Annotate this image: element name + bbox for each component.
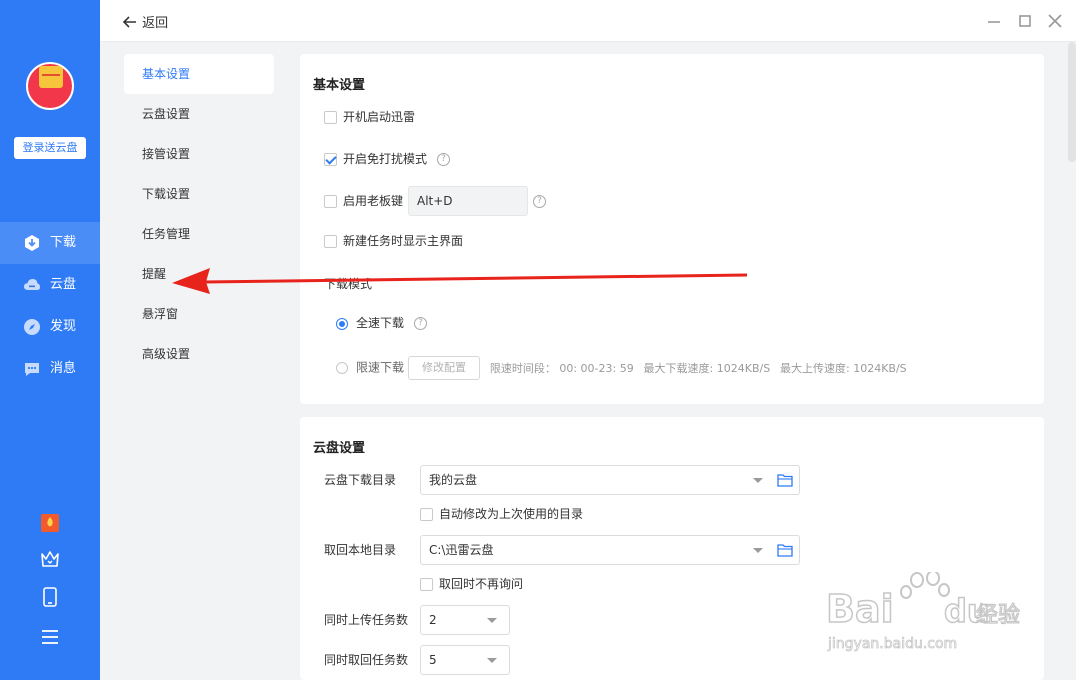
- fetch-tasks-value: 5: [429, 653, 437, 667]
- startup-label: 开机启动迅雷: [343, 110, 416, 124]
- avatar-badge-icon: [39, 66, 63, 88]
- no-ask-label: 取回时不再询问: [439, 577, 524, 591]
- settings-nav-advanced[interactable]: 高级设置: [124, 334, 274, 374]
- limit-time-text: 限速时间段： 00: 00-23: 59: [489, 361, 634, 375]
- startup-checkbox[interactable]: [324, 111, 337, 124]
- nodisturb-option[interactable]: 开启免打扰模式?: [324, 149, 451, 169]
- watermark-url: jingyan.baidu.com: [827, 636, 957, 652]
- mobile-icon[interactable]: [39, 586, 61, 608]
- close-icon[interactable]: [1046, 12, 1064, 30]
- nodisturb-checkbox[interactable]: [324, 153, 337, 166]
- gift-icon[interactable]: [39, 512, 61, 534]
- top-bar: 返回: [100, 0, 1076, 42]
- cloud-icon: [24, 279, 40, 290]
- settings-nav-cloud[interactable]: 云盘设置: [124, 94, 274, 134]
- cloud-download-dir-label: 云盘下载目录: [324, 473, 397, 487]
- watermark-suffix: 经验: [976, 603, 1020, 628]
- settings-nav-floating[interactable]: 悬浮窗: [124, 294, 274, 334]
- folder-icon[interactable]: [777, 473, 793, 487]
- fullspeed-radio[interactable]: [336, 317, 348, 330]
- folder-icon[interactable]: [777, 543, 793, 557]
- download-icon: [25, 235, 39, 251]
- upload-tasks-value: 2: [429, 613, 437, 627]
- upload-tasks-select[interactable]: 2: [420, 605, 510, 635]
- max-download-text: 最大下载速度: 1024KB/S: [643, 361, 771, 375]
- no-ask-checkbox[interactable]: [420, 578, 433, 591]
- local-dir-label: 取回本地目录: [324, 543, 397, 557]
- basic-settings-panel: 基本设置 开机启动迅雷 开启免打扰模式? 启用老板键 Alt+D ? 新建任务时…: [300, 54, 1044, 404]
- minimize-icon[interactable]: [985, 12, 1003, 30]
- limited-label: 限速下载: [356, 360, 405, 375]
- limited-option[interactable]: 限速下载 修改配置 限速时间段： 00: 00-23: 59 最大下载速度: 10…: [336, 356, 907, 380]
- cloud-download-dir-value: 我的云盘: [429, 473, 478, 487]
- left-rail: 登录送云盘 下载 云盘 发现 消息: [0, 0, 100, 680]
- auto-modify-checkbox[interactable]: [420, 508, 433, 521]
- nav-item-discover[interactable]: 发现: [0, 306, 100, 348]
- nodisturb-label: 开启免打扰模式: [343, 152, 428, 166]
- fullspeed-option[interactable]: 全速下载?: [336, 313, 428, 333]
- fetch-tasks-select[interactable]: 5: [420, 645, 510, 675]
- paw-logo-icon: Bai du 经验 jingyan.baidu.com: [825, 570, 1021, 652]
- no-ask-option[interactable]: 取回时不再询问: [420, 574, 523, 594]
- upload-tasks-label: 同时上传任务数: [324, 613, 409, 627]
- basic-settings-title: 基本设置: [313, 78, 366, 93]
- bosskey-checkbox[interactable]: [324, 195, 337, 208]
- nav-item-label: 下载: [50, 235, 77, 250]
- message-icon: [25, 363, 39, 376]
- cloud-download-dir-select[interactable]: 我的云盘: [420, 465, 800, 495]
- chevron-down-icon: [753, 548, 763, 553]
- maximize-icon[interactable]: [1016, 12, 1034, 30]
- scrollbar[interactable]: [1068, 42, 1076, 162]
- bosskey-label: 启用老板键: [343, 194, 404, 208]
- showmain-checkbox[interactable]: [324, 235, 337, 248]
- bosskey-option[interactable]: 启用老板键: [324, 191, 403, 211]
- nav-item-messages[interactable]: 消息: [0, 348, 100, 390]
- settings-nav-download[interactable]: 下载设置: [124, 174, 274, 214]
- startup-option[interactable]: 开机启动迅雷: [324, 107, 415, 127]
- nav-item-cloud[interactable]: 云盘: [0, 264, 100, 306]
- nav-item-label: 发现: [50, 319, 77, 334]
- cloud-settings-title: 云盘设置: [313, 441, 366, 456]
- auto-modify-label: 自动修改为上次使用的目录: [439, 507, 584, 521]
- nav-item-label: 云盘: [50, 277, 77, 292]
- help-icon[interactable]: ?: [533, 195, 546, 208]
- auto-modify-option[interactable]: 自动修改为上次使用的目录: [420, 504, 583, 524]
- help-icon[interactable]: ?: [414, 317, 428, 330]
- chevron-down-icon: [487, 658, 497, 663]
- showmain-option[interactable]: 新建任务时显示主界面: [324, 231, 463, 251]
- avatar[interactable]: [26, 62, 74, 110]
- login-button[interactable]: 登录送云盘: [14, 137, 86, 159]
- showmain-label: 新建任务时显示主界面: [343, 234, 464, 248]
- watermark-text: Bai: [826, 587, 894, 631]
- chevron-down-icon: [487, 618, 497, 623]
- limited-radio[interactable]: [336, 362, 348, 374]
- arrow-left-icon: [122, 15, 136, 28]
- settings-nav-takeover[interactable]: 接管设置: [124, 134, 274, 174]
- nav-item-download[interactable]: 下载: [0, 222, 100, 264]
- fetch-tasks-label: 同时取回任务数: [324, 653, 409, 667]
- nav-item-label: 消息: [50, 361, 77, 376]
- annotation-arrow: [172, 268, 748, 294]
- settings-nav: 基本设置 云盘设置 接管设置 下载设置 任务管理 提醒 悬浮窗 高级设置: [100, 42, 286, 680]
- menu-icon[interactable]: [39, 626, 61, 648]
- settings-nav-basic[interactable]: 基本设置: [124, 54, 274, 94]
- settings-nav-tasks[interactable]: 任务管理: [124, 214, 274, 254]
- back-button[interactable]: 返回: [122, 12, 169, 31]
- max-upload-text: 最大上传速度: 1024KB/S: [780, 361, 907, 375]
- baidu-watermark: Bai du 经验 jingyan.baidu.com: [825, 570, 1026, 662]
- fullspeed-label: 全速下载: [356, 316, 405, 330]
- help-icon[interactable]: ?: [437, 153, 451, 166]
- bosskey-input[interactable]: Alt+D: [408, 186, 528, 216]
- compass-icon: [24, 319, 40, 335]
- chevron-down-icon: [753, 478, 763, 483]
- back-label: 返回: [142, 16, 169, 31]
- local-dir-select[interactable]: C:\迅雷云盘: [420, 535, 800, 565]
- modify-config-button[interactable]: 修改配置: [408, 356, 481, 380]
- local-dir-value: C:\迅雷云盘: [429, 543, 494, 557]
- crown-icon[interactable]: [39, 548, 61, 570]
